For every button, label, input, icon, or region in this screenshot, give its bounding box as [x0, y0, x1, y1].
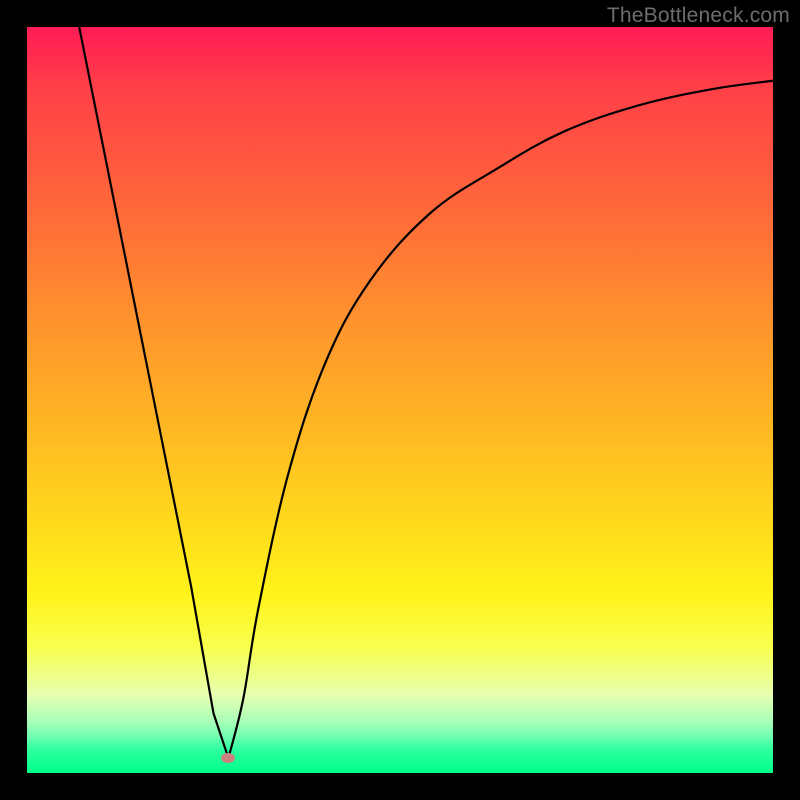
curve-path	[79, 27, 773, 758]
chart-frame: TheBottleneck.com	[0, 0, 800, 800]
plot-area	[27, 27, 773, 773]
minimum-marker	[221, 753, 235, 763]
watermark-text: TheBottleneck.com	[607, 4, 790, 28]
bottleneck-curve	[27, 27, 773, 773]
